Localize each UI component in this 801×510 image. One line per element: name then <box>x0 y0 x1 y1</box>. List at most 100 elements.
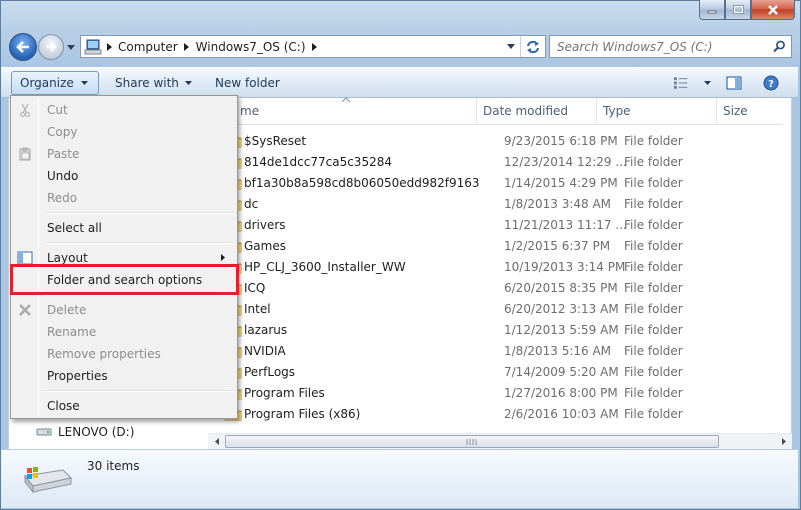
close-icon <box>768 4 778 15</box>
menu-item-delete[interactable]: Delete <box>13 299 235 321</box>
table-row[interactable]: 814de1dcc77ca5c35284 12/23/2014 12:29 ...… <box>222 151 777 172</box>
table-row[interactable]: drivers 11/21/2013 11:17 ... File folder <box>222 214 777 235</box>
table-row[interactable]: Program Files 1/27/2016 8:00 PM File folde… <box>222 382 777 403</box>
menu-item-close[interactable]: Close <box>13 395 235 417</box>
organize-menu: Cut Copy Paste Undo Redo Select all Layo… <box>10 95 238 419</box>
scroll-thumb[interactable] <box>225 435 719 448</box>
change-view-button[interactable] <box>669 71 715 95</box>
table-row[interactable]: lazarus 1/12/2013 5:59 AM File folder <box>222 319 777 340</box>
file-type: File folder <box>624 196 683 211</box>
help-button[interactable]: ? <box>759 71 783 95</box>
table-row[interactable]: Games 1/2/2015 6:37 PM File folder <box>222 235 777 256</box>
file-name: dc <box>244 196 259 211</box>
menu-separator <box>45 390 233 392</box>
close-window-button[interactable] <box>751 0 795 20</box>
caption-buttons <box>699 0 795 20</box>
menu-item-label: Close <box>47 399 80 413</box>
file-name: Games <box>244 238 286 253</box>
menu-item-redo[interactable]: Redo <box>13 187 235 209</box>
breadcrumb-separator[interactable] <box>102 42 116 51</box>
table-row[interactable]: Intel 6/20/2012 3:13 AM File folder <box>222 298 777 319</box>
table-row[interactable]: NVIDIA 1/8/2013 5:16 AM File folder <box>222 340 777 361</box>
file-type: File folder <box>624 301 683 316</box>
file-type: File folder <box>624 280 683 295</box>
menu-item-remove-properties[interactable]: Remove properties <box>13 343 235 365</box>
file-type: File folder <box>624 364 683 379</box>
address-bar[interactable]: Computer Windows7_OS (C:) <box>80 35 546 58</box>
table-row[interactable]: dc 1/8/2013 3:48 AM File folder <box>222 193 777 214</box>
share-with-button[interactable]: Share with <box>107 71 200 95</box>
menu-item-paste[interactable]: Paste <box>13 143 235 165</box>
menu-item-undo[interactable]: Undo <box>13 165 235 187</box>
file-name: Program Files <box>244 385 325 400</box>
file-date: 11/21/2013 11:17 ... <box>504 217 627 232</box>
chevron-down-icon <box>67 44 75 50</box>
chevron-down-icon <box>507 44 515 49</box>
menu-item-label: Rename <box>47 325 97 339</box>
table-row[interactable]: bf1a30b8a598cd8b06050edd982f9163 1/14/201… <box>222 172 777 193</box>
menu-item-copy[interactable]: Copy <box>13 121 235 143</box>
column-header-date[interactable]: Date modified <box>477 98 597 124</box>
menu-item-cut[interactable]: Cut <box>13 99 235 121</box>
search-input[interactable] <box>557 39 767 54</box>
breadcrumb-separator[interactable] <box>180 42 194 51</box>
menu-item-label: Paste <box>47 147 80 161</box>
search-box[interactable] <box>549 35 792 58</box>
file-name: ICQ <box>244 280 266 295</box>
table-row[interactable]: PerfLogs 7/14/2009 5:20 AM File folder <box>222 361 777 382</box>
forward-arrow-icon <box>46 42 57 52</box>
column-header-size[interactable]: Size <box>717 98 783 124</box>
menu-item-label: Delete <box>47 303 87 317</box>
drive-icon <box>36 428 52 436</box>
menu-item-select-all[interactable]: Select all <box>13 217 235 239</box>
recent-pages-button[interactable] <box>66 42 76 52</box>
details-pane: 30 items <box>1 449 798 508</box>
file-type: File folder <box>624 343 683 358</box>
new-folder-button[interactable]: New folder <box>207 71 288 95</box>
file-date: 1/8/2013 3:48 AM <box>504 196 612 211</box>
file-name: PerfLogs <box>244 364 296 379</box>
menu-item-rename[interactable]: Rename <box>13 321 235 343</box>
minimize-button[interactable] <box>699 0 725 20</box>
help-icon: ? <box>763 75 779 91</box>
preview-pane-button[interactable] <box>721 71 747 95</box>
new-folder-label: New folder <box>215 76 280 90</box>
address-history-dropdown[interactable] <box>503 36 519 57</box>
file-date: 6/20/2012 3:13 AM <box>504 301 619 316</box>
organize-button[interactable]: Organize <box>11 71 99 95</box>
menu-item-label: Select all <box>47 221 102 235</box>
table-row[interactable]: Program Files (x86) 2/6/2016 10:03 AM File… <box>222 403 777 424</box>
file-date: 7/14/2009 5:20 AM <box>504 364 619 379</box>
file-date: 6/20/2015 8:35 PM <box>504 280 618 295</box>
maximize-button[interactable] <box>725 0 751 20</box>
scroll-right-button[interactable] <box>775 434 792 449</box>
menu-item-layout[interactable]: Layout <box>13 247 235 269</box>
back-button[interactable] <box>9 33 37 61</box>
nav-item-drive-d[interactable]: LENOVO (D:) <box>36 425 134 439</box>
file-type: File folder <box>624 322 683 337</box>
delete-x-icon <box>19 304 31 316</box>
breadcrumb-separator[interactable] <box>308 42 322 51</box>
column-header-type[interactable]: Type <box>597 98 717 124</box>
table-row[interactable]: HP_CLJ_3600_Installer_WW 10/19/2013 3:14 … <box>222 256 777 277</box>
forward-button[interactable] <box>38 34 64 60</box>
table-row[interactable]: ICQ 6/20/2015 8:35 PM File folder <box>222 277 777 298</box>
column-headers: me Date modified Type Size <box>228 98 783 125</box>
scroll-left-button[interactable] <box>208 434 225 449</box>
scissors-icon <box>20 103 30 117</box>
file-date: 1/8/2013 5:16 AM <box>504 343 612 358</box>
menu-item-properties[interactable]: Properties <box>13 365 235 387</box>
refresh-button[interactable] <box>520 36 545 57</box>
column-header-label: Size <box>723 104 748 118</box>
breadcrumb-drive-c[interactable]: Windows7_OS (C:) <box>194 40 308 54</box>
column-header-name[interactable]: me <box>228 98 477 124</box>
layout-icon <box>17 251 33 265</box>
horizontal-scrollbar[interactable] <box>208 433 792 449</box>
menu-item-folder-and-search-options[interactable]: Folder and search options <box>13 269 235 291</box>
chevron-right-icon <box>184 42 190 51</box>
table-row[interactable]: $SysReset 9/23/2015 6:18 PM File folder <box>222 130 777 151</box>
chevron-left-icon <box>214 438 219 445</box>
file-name: 814de1dcc77ca5c35284 <box>244 154 392 169</box>
breadcrumb-computer[interactable]: Computer <box>116 40 180 54</box>
minimize-icon <box>707 10 717 13</box>
